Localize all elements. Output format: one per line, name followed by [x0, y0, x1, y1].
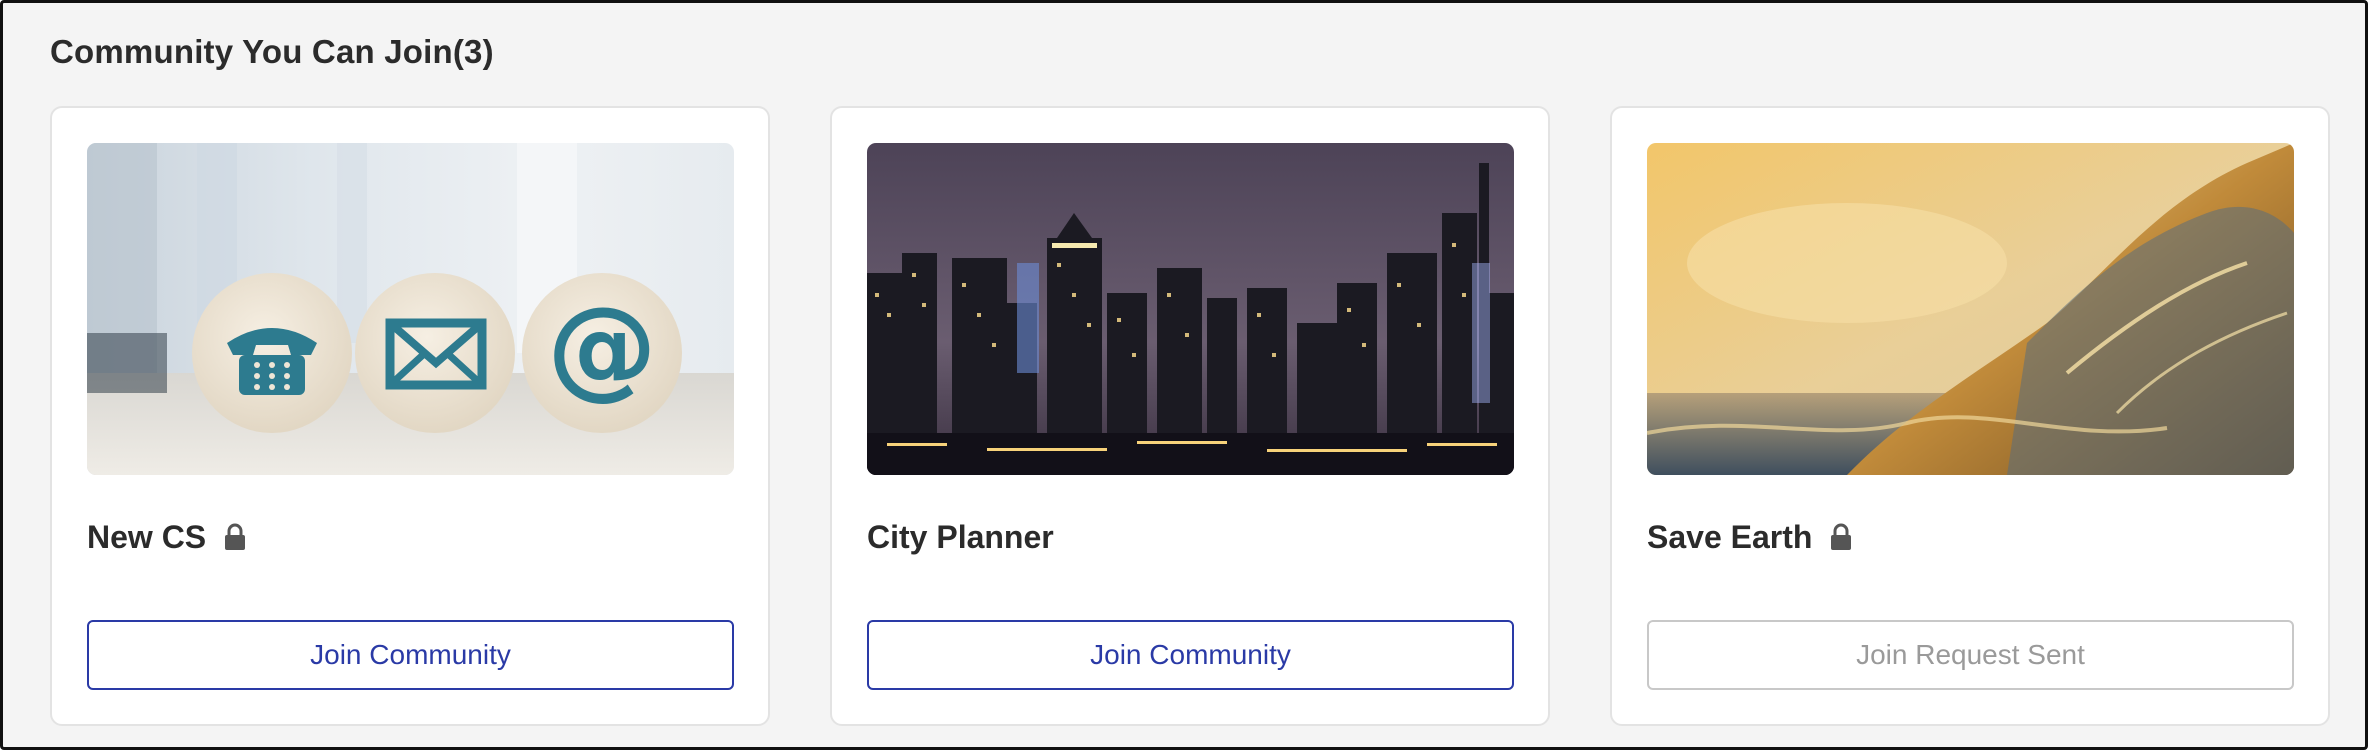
ocean-wave-image [1647, 143, 2294, 475]
community-image-new-cs: @ [87, 143, 734, 475]
community-name: New CS [87, 518, 207, 555]
community-name-row: Save Earth [1647, 515, 1852, 559]
phone-mail-at-image: @ [87, 143, 734, 475]
city-skyline-image [867, 143, 1514, 475]
community-name: City Planner [867, 518, 1054, 555]
section-title: Community You Can Join(3) [50, 33, 494, 70]
community-card-save-earth: Save Earth Join Request Sent [1610, 106, 2330, 726]
community-name: Save Earth [1647, 518, 1813, 555]
join-request-sent-button[interactable]: Join Request Sent [1647, 620, 2294, 690]
communities-panel: Community You Can Join(3) @ New CS Join … [0, 0, 2368, 750]
svg-text:@: @ [547, 283, 657, 411]
community-image-save-earth [1647, 143, 2294, 475]
lock-icon [1830, 523, 1852, 551]
community-image-city-planner [867, 143, 1514, 475]
community-card-city-planner: City Planner Join Community [830, 106, 1550, 726]
join-community-button[interactable]: Join Community [867, 620, 1514, 690]
community-name-row: New CS [87, 515, 246, 559]
join-community-button[interactable]: Join Community [87, 620, 734, 690]
community-card-new-cs: @ New CS Join Community [50, 106, 770, 726]
lock-icon [224, 523, 246, 551]
community-name-row: City Planner [867, 515, 1054, 559]
